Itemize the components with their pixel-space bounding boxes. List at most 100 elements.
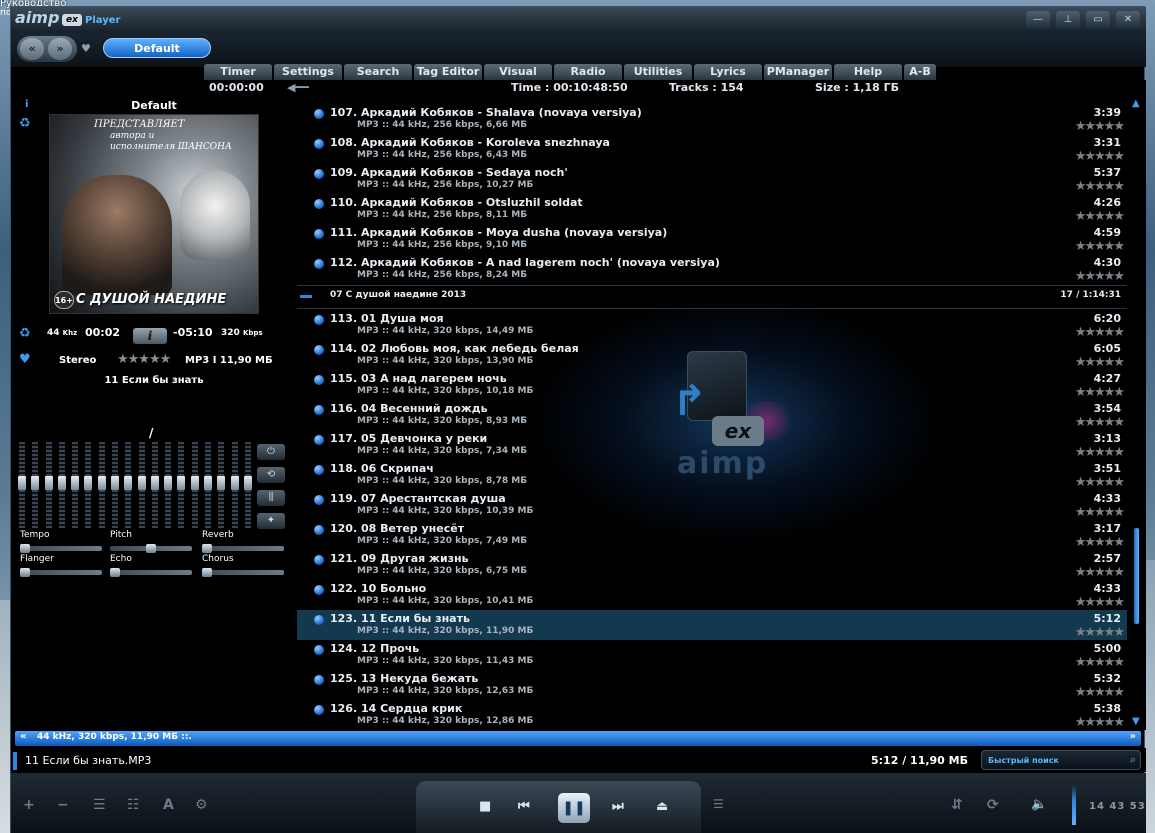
eq-band-slider[interactable]: [44, 442, 53, 528]
seek-back-icon[interactable]: ◀━━: [287, 81, 309, 94]
group-collapse-icon[interactable]: [300, 295, 312, 298]
scroll-up-icon[interactable]: ▲: [1132, 98, 1140, 109]
echo-slider[interactable]: [110, 568, 192, 577]
scroll-thumb[interactable]: [1134, 528, 1139, 624]
tempo-slider[interactable]: [20, 544, 102, 553]
title-bar[interactable]: aimp ex Player — ⊥ ▭ ✕: [11, 7, 1146, 33]
track-rating-stars[interactable]: ★★★★★: [1075, 119, 1125, 134]
close-icon[interactable]: ✕: [1116, 11, 1140, 28]
pitch-slider[interactable]: [110, 544, 192, 553]
eq-presets-icon[interactable]: ⫼: [257, 490, 285, 506]
track-row[interactable]: 115. 03 А над лагерем ночь MP3 :: 44 kHz,…: [297, 370, 1127, 400]
track-rating-stars[interactable]: ★★★★★: [1075, 595, 1125, 610]
track-rating-stars[interactable]: ★★★★★: [1075, 535, 1125, 550]
eq-slider-knob[interactable]: [190, 476, 199, 490]
previous-button[interactable]: ⏮: [518, 799, 530, 814]
eq-band-slider[interactable]: [217, 442, 226, 528]
eq-slider-knob[interactable]: [110, 476, 119, 490]
forward-button[interactable]: »: [48, 38, 72, 60]
album-group-header[interactable]: 07 С душой наедине 2013 17 / 1:14:31: [297, 286, 1127, 308]
status-left-arrow-icon[interactable]: «: [20, 731, 26, 742]
track-rating-stars[interactable]: ★★★★★: [1075, 715, 1125, 730]
eq-slider-knob[interactable]: [44, 476, 53, 490]
add-files-icon[interactable]: +: [23, 797, 35, 813]
menu-tag-editor[interactable]: Tag Editor: [414, 64, 482, 80]
track-row[interactable]: 121. 09 Другая жизнь MP3 :: 44 kHz, 320 k…: [297, 550, 1127, 580]
eq-slider-knob[interactable]: [203, 476, 212, 490]
repeat-icon[interactable]: ⟳: [987, 797, 999, 813]
eq-band-slider[interactable]: [97, 442, 106, 528]
quick-search-input[interactable]: [988, 754, 1124, 767]
menu-timer[interactable]: Timer: [204, 64, 272, 80]
track-row[interactable]: 126. 14 Сердца крик MP3 :: 44 kHz, 320 kb…: [297, 700, 1127, 730]
eq-band-slider[interactable]: [177, 442, 186, 528]
eq-slider-knob[interactable]: [57, 476, 66, 490]
track-rating-stars[interactable]: ★★★★★: [1075, 655, 1125, 670]
shuffle-icon[interactable]: ⇵: [951, 797, 963, 813]
eq-band-slider[interactable]: [57, 442, 66, 528]
eq-slider-knob[interactable]: [177, 476, 186, 490]
recycle-icon-2[interactable]: ♻: [19, 326, 31, 341]
track-row[interactable]: 122. 10 Больно MP3 :: 44 kHz, 320 kbps, 1…: [297, 580, 1127, 610]
eject-button[interactable]: ⏏: [656, 799, 668, 814]
preamp-slider[interactable]: [18, 442, 26, 528]
search-icon[interactable]: ⌕: [1130, 753, 1136, 767]
eq-band-slider[interactable]: [137, 442, 146, 528]
track-row[interactable]: 124. 12 Прочь MP3 :: 44 kHz, 320 kbps, 11…: [297, 640, 1127, 670]
track-rating-stars[interactable]: ★★★★★: [1075, 149, 1125, 164]
eq-slider-knob[interactable]: [97, 476, 106, 490]
track-row[interactable]: 112. Аркадий Кобяков - A nad lagerem noc…: [297, 254, 1127, 284]
menu-search[interactable]: Search: [344, 64, 412, 80]
track-rating-stars[interactable]: ★★★★★: [1075, 685, 1125, 700]
track-rating-stars[interactable]: ★★★★★: [1075, 415, 1125, 430]
eq-slider-knob[interactable]: [124, 476, 133, 490]
track-rating-stars[interactable]: ★★★★★: [1075, 445, 1125, 460]
menu-help[interactable]: Help: [834, 64, 902, 80]
track-info-button[interactable]: i: [133, 328, 167, 344]
eq-band-slider[interactable]: [150, 442, 159, 528]
track-rating-stars[interactable]: ★★★★★: [1075, 269, 1125, 284]
playlist-toggle-icon[interactable]: ☰: [713, 797, 724, 811]
eq-band-slider[interactable]: [203, 442, 212, 528]
volume-icon[interactable]: 🔈: [1031, 797, 1047, 812]
eq-slider-knob[interactable]: [137, 476, 146, 490]
eq-slider-knob[interactable]: [217, 476, 226, 490]
tags-icon[interactable]: A: [163, 797, 174, 813]
track-rating-stars[interactable]: ★★★★★: [1075, 179, 1125, 194]
next-button[interactable]: ⏭: [612, 799, 624, 814]
favorite-heart-icon-2[interactable]: ♥: [19, 352, 31, 367]
eq-effects-icon[interactable]: ✦: [257, 513, 285, 529]
minimize-icon[interactable]: —: [1026, 11, 1050, 28]
track-row[interactable]: 114. 02 Любовь моя, как лебедь белая MP3 …: [297, 340, 1127, 370]
eq-band-slider[interactable]: [110, 442, 119, 528]
track-row[interactable]: 118. 06 Скрипач MP3 :: 44 kHz, 320 kbps, …: [297, 460, 1127, 490]
menu-utilities[interactable]: Utilities: [624, 64, 692, 80]
stop-button[interactable]: ■: [479, 799, 491, 814]
track-row[interactable]: 107. Аркадий Кобяков - Shalava (novaya v…: [297, 104, 1127, 134]
menu-radio[interactable]: Radio: [554, 64, 622, 80]
track-rating-stars[interactable]: ★★★★★: [1075, 475, 1125, 490]
menu-a-b[interactable]: A-B: [904, 64, 936, 80]
track-rating-stars[interactable]: ★★★★★: [1075, 209, 1125, 224]
track-row[interactable]: 110. Аркадий Кобяков - Otsluzhil soldat M…: [297, 194, 1127, 224]
eq-slider-knob[interactable]: [230, 476, 239, 490]
track-row[interactable]: 125. 13 Некуда бежать MP3 :: 44 kHz, 320 …: [297, 670, 1127, 700]
menu-lyrics[interactable]: Lyrics: [694, 64, 762, 80]
rating-stars[interactable]: ★★★★★: [117, 352, 171, 367]
track-row[interactable]: 111. Аркадий Кобяков - Moya dusha (novay…: [297, 224, 1127, 254]
track-row[interactable]: 109. Аркадий Кобяков - Sedaya noch' MP3 :…: [297, 164, 1127, 194]
eq-slider-knob[interactable]: [243, 476, 252, 490]
eq-band-slider[interactable]: [71, 442, 80, 528]
reverb-slider[interactable]: [202, 544, 284, 553]
eq-band-slider[interactable]: [31, 442, 40, 528]
menu-pmanager[interactable]: PManager: [764, 64, 832, 80]
eq-band-slider[interactable]: [243, 442, 252, 528]
eq-band-slider[interactable]: [84, 442, 93, 528]
track-rating-stars[interactable]: ★★★★★: [1075, 565, 1125, 580]
menu-visual[interactable]: Visual: [484, 64, 552, 80]
favorite-heart-icon[interactable]: ♥: [81, 42, 91, 55]
volume-slider[interactable]: [1072, 785, 1076, 825]
track-rating-stars[interactable]: ★★★★★: [1075, 355, 1125, 370]
track-row[interactable]: 116. 04 Весенний дождь MP3 :: 44 kHz, 320…: [297, 400, 1127, 430]
track-rating-stars[interactable]: ★★★★★: [1075, 505, 1125, 520]
